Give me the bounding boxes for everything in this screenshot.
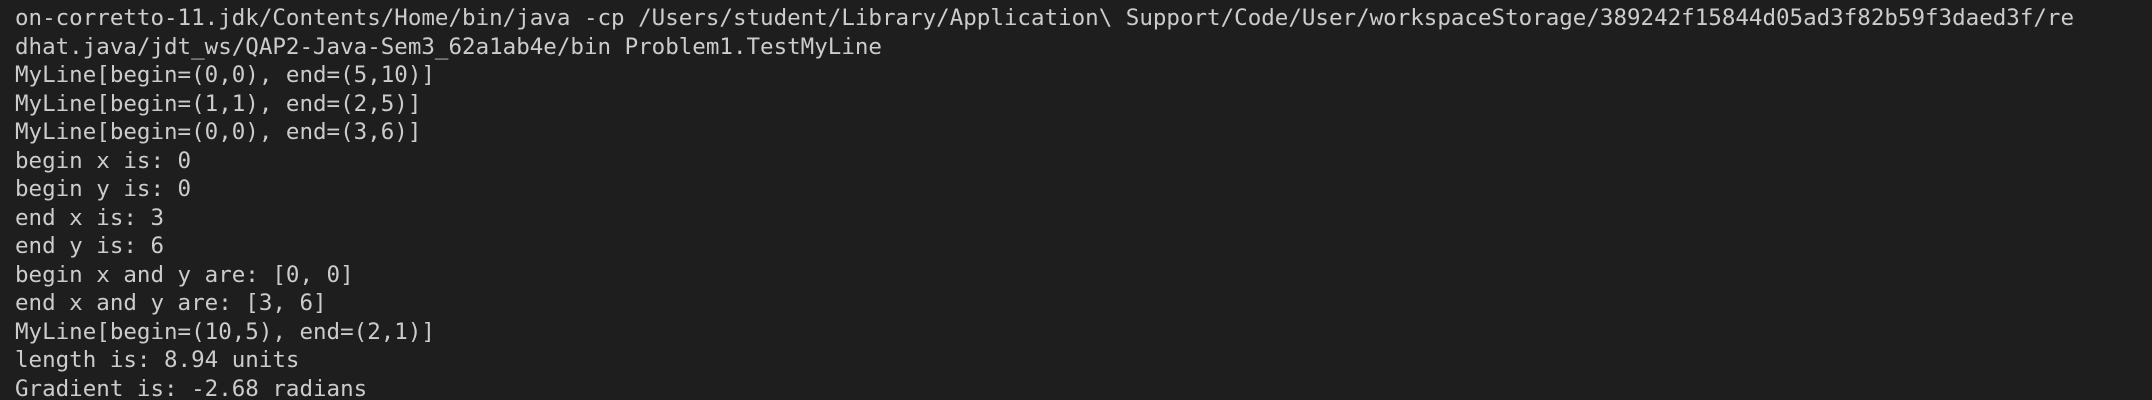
terminal-line-output: length is: 8.94 units	[15, 347, 300, 373]
terminal-line-output: begin x is: 0	[15, 147, 192, 174]
terminal-line-output: Gradient is: -2.68 radians	[15, 375, 368, 400]
terminal-line-output: MyLine[begin=(0,0), end=(3,6)]	[15, 119, 422, 145]
terminal-line-output: MyLine[begin=(10,5), end=(2,1)]	[15, 318, 435, 345]
terminal-line-output: end x is: 3	[15, 204, 165, 231]
terminal-line-command-continued: dhat.java/jdt_ws/QAP2-Java-Sem3_62a1ab4e…	[15, 33, 882, 60]
terminal-output[interactable]: on-corretto-11.jdk/Contents/Home/bin/jav…	[0, 0, 2152, 400]
terminal-line-output: begin y is: 0	[15, 176, 192, 202]
terminal-line-output: MyLine[begin=(1,1), end=(2,5)]	[15, 90, 422, 117]
terminal-line-output: begin x and y are: [0, 0]	[15, 261, 354, 288]
terminal-line-command: on-corretto-11.jdk/Contents/Home/bin/jav…	[15, 5, 2075, 31]
terminal-line-output: MyLine[begin=(0,0), end=(5,10)]	[15, 62, 435, 88]
terminal-line-output: end y is: 6	[15, 233, 165, 259]
terminal-line-output: end x and y are: [3, 6]	[15, 290, 327, 316]
